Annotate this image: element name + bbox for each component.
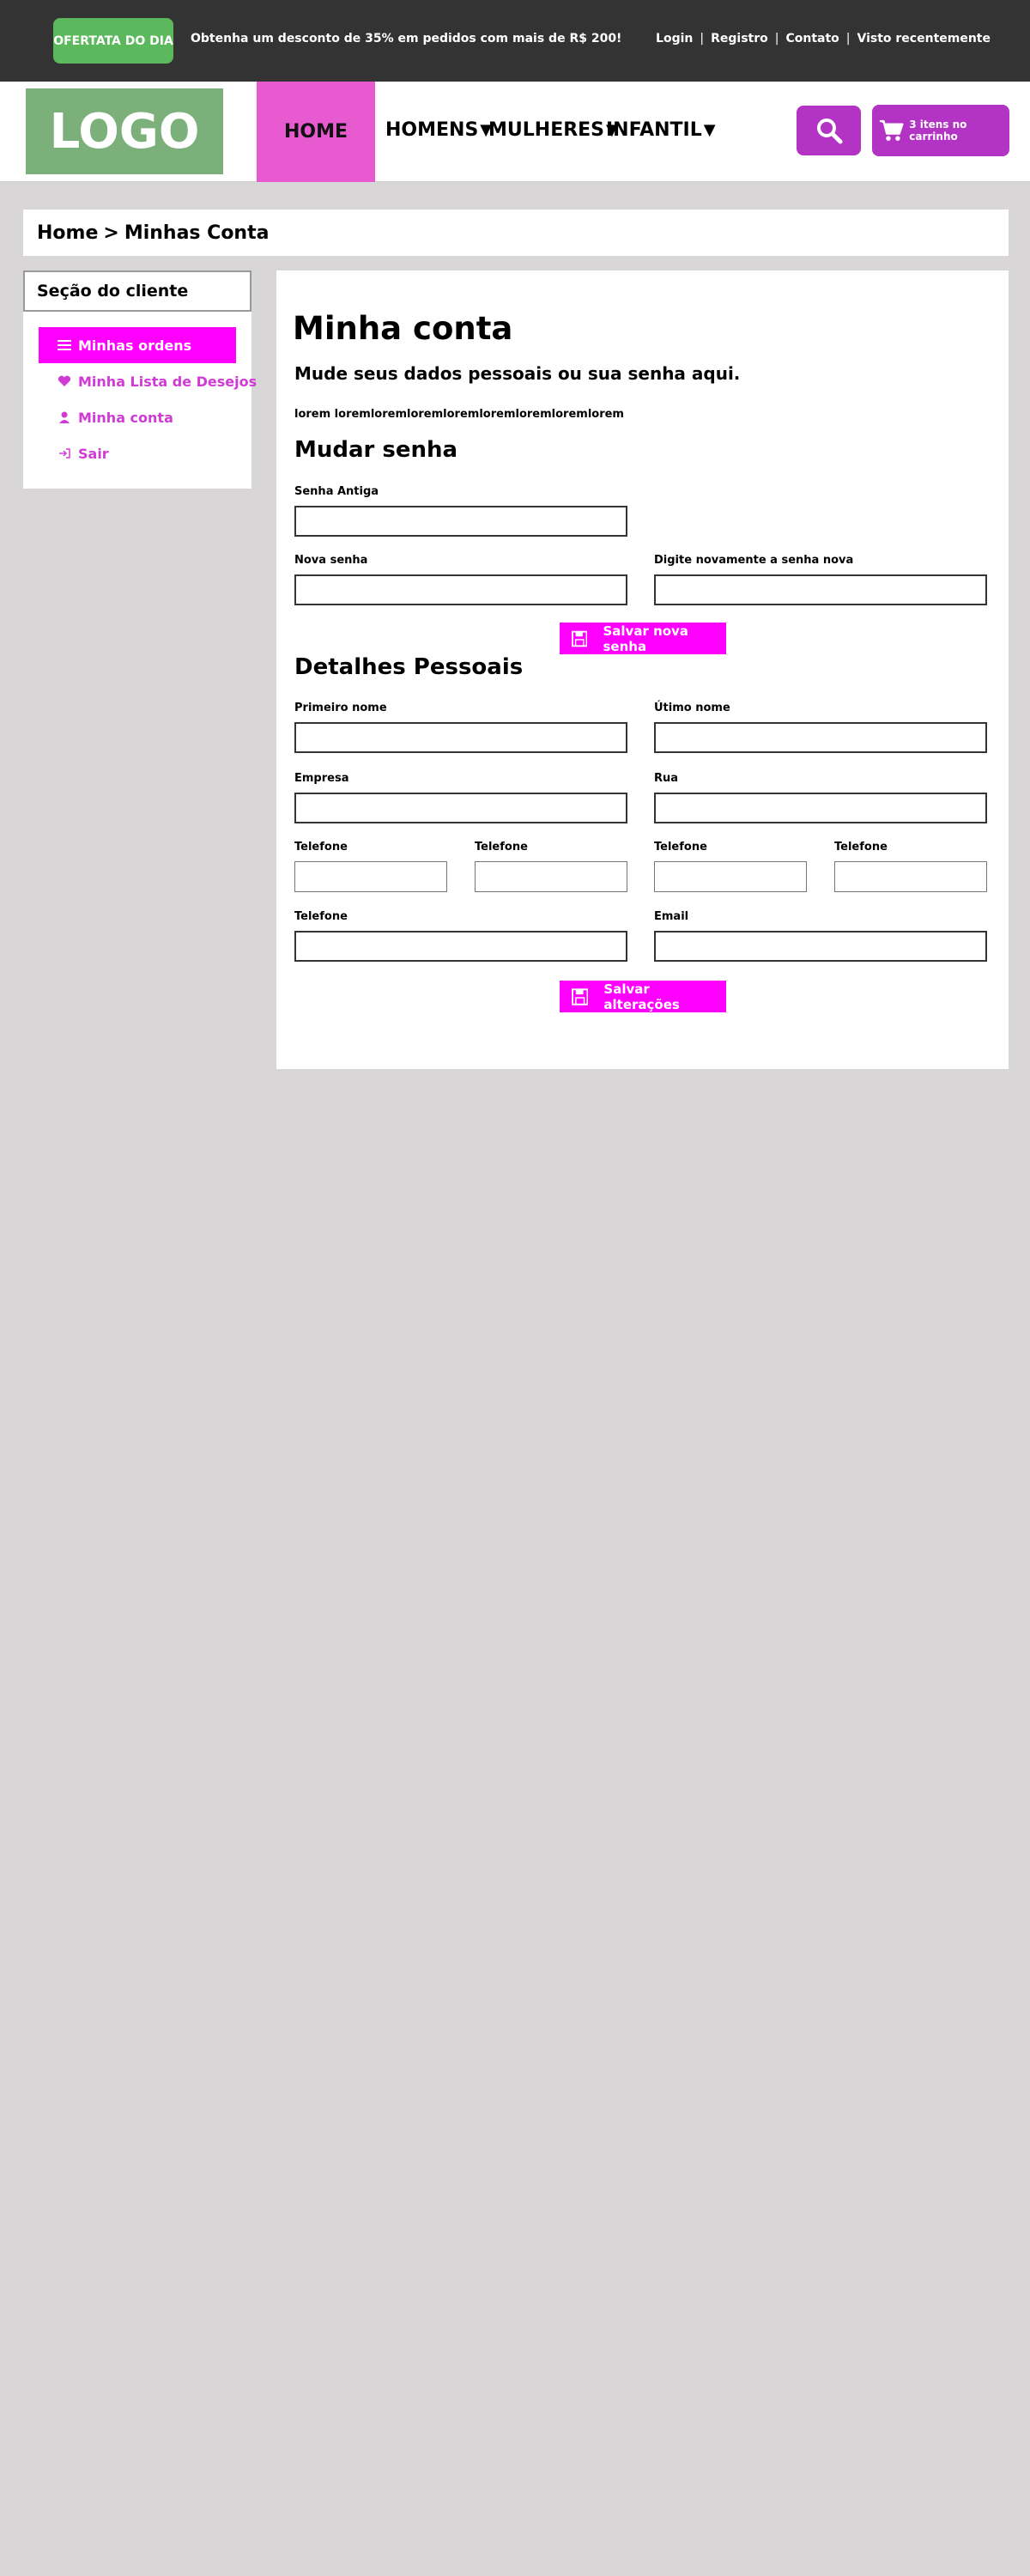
recently-viewed-link[interactable]: Visto recentemente	[857, 32, 991, 46]
sidebar-item-wishlist[interactable]: Minha Lista de Desejos	[39, 363, 258, 399]
phone-label: Telefone	[294, 841, 348, 854]
breadcrumb-home[interactable]: Home	[37, 222, 98, 244]
page-subtitle: Mude seus dados pessoais ou sua senha aq…	[294, 363, 741, 384]
login-link[interactable]: Login	[656, 32, 693, 46]
phone-label: Telefone	[834, 841, 888, 854]
intro-text: lorem loremloremloremloremloremloremlore…	[294, 408, 624, 421]
save-changes-button[interactable]: Salvar alterações	[560, 981, 726, 1012]
account-panel: Minha conta Mude seus dados pessoais ou …	[276, 270, 1009, 1069]
sidebar-title: Seção do cliente	[23, 270, 251, 312]
site-header: LOGO HOME HOMENS ▼ MULHERES ▼ INFANTIL ▼ 3 …	[0, 82, 1030, 182]
old-password-label: Senha Antiga	[294, 485, 379, 498]
nav-kids-label: INFANTIL	[606, 119, 702, 141]
save-password-label: Salvar nova senha	[603, 623, 688, 654]
sidebar-item-label: Minha conta	[78, 409, 173, 426]
change-password-title: Mudar senha	[294, 437, 458, 463]
breadcrumb: Home > Minhas Conta	[23, 210, 1009, 256]
phone-field[interactable]	[834, 861, 987, 892]
cart-button[interactable]: 3 itens no carrinho	[872, 105, 1009, 156]
search-icon	[816, 118, 842, 144]
menu-icon	[58, 340, 71, 350]
page-title: Minha conta	[293, 310, 513, 347]
contact-link[interactable]: Contato	[785, 32, 839, 46]
search-button[interactable]	[797, 106, 861, 155]
heart-icon	[58, 375, 71, 386]
nav-women[interactable]: MULHERES ▼	[488, 119, 618, 141]
sidebar-item-label: Minhas ordens	[78, 337, 192, 354]
last-name-label: Útimo nome	[654, 702, 730, 714]
confirm-password-field[interactable]	[654, 574, 987, 605]
street-label: Rua	[654, 772, 679, 785]
phone-label: Telefone	[654, 841, 707, 854]
deal-of-day-badge[interactable]: OFERTATA DO DIA	[53, 18, 173, 64]
email-field[interactable]	[654, 931, 987, 962]
phone-field[interactable]	[294, 931, 627, 962]
top-links: Login | Registro | Contato | Visto recen…	[656, 32, 991, 46]
sidebar-item-account[interactable]: Minha conta	[39, 399, 258, 435]
breadcrumb-current: Minhas Conta	[124, 222, 270, 244]
link-separator: |	[700, 32, 705, 46]
nav-kids[interactable]: INFANTIL ▼	[606, 119, 716, 141]
sidebar-item-orders[interactable]: Minhas ordens	[39, 327, 236, 363]
first-name-field[interactable]	[294, 722, 627, 753]
nav-men-label: HOMENS	[385, 119, 479, 141]
phone-field[interactable]	[654, 861, 807, 892]
save-changes-label: Salvar alterações	[603, 981, 680, 1012]
link-separator: |	[774, 32, 779, 46]
email-label: Email	[654, 910, 689, 923]
link-separator: |	[845, 32, 851, 46]
sidebar-item-label: Sair	[78, 445, 109, 462]
cart-icon	[879, 119, 904, 141]
phone-label: Telefone	[294, 910, 348, 923]
street-field[interactable]	[654, 793, 987, 823]
phone-label: Telefone	[475, 841, 528, 854]
sidebar-item-label: Minha Lista de Desejos	[78, 373, 258, 390]
logo[interactable]: LOGO	[26, 88, 223, 174]
last-name-field[interactable]	[654, 722, 987, 753]
new-password-field[interactable]	[294, 574, 627, 605]
dropdown-arrow-icon: ▼	[703, 121, 716, 139]
save-password-button[interactable]: Salvar nova senha	[560, 623, 726, 654]
phone-field[interactable]	[294, 861, 447, 892]
personal-details-title: Detalhes Pessoais	[294, 654, 524, 680]
floppy-disk-icon	[572, 987, 589, 1005]
first-name-label: Primeiro nome	[294, 702, 387, 714]
nav-women-label: MULHERES	[488, 119, 605, 141]
new-password-label: Nova senha	[294, 554, 368, 567]
floppy-disk-icon	[572, 630, 588, 647]
nav-home[interactable]: HOME	[257, 82, 375, 182]
logout-icon	[59, 448, 70, 459]
phone-field[interactable]	[475, 861, 627, 892]
customer-sidebar: Seção do cliente Minhas ordens Minha Lis…	[23, 270, 257, 489]
old-password-field[interactable]	[294, 506, 627, 537]
breadcrumb-separator: >	[103, 222, 119, 244]
register-link[interactable]: Registro	[711, 32, 768, 46]
nav-men[interactable]: HOMENS ▼	[385, 119, 492, 141]
top-bar: OFERTATA DO DIA Obtenha um desconto de 3…	[0, 0, 1030, 82]
cart-label: 3 itens no carrinho	[909, 118, 967, 143]
sidebar-item-logout[interactable]: Sair	[39, 435, 258, 471]
user-icon	[59, 411, 70, 423]
company-label: Empresa	[294, 772, 349, 785]
promo-text: Obtenha um desconto de 35% em pedidos co…	[191, 32, 622, 46]
confirm-password-label: Digite novamente a senha nova	[654, 554, 854, 567]
company-field[interactable]	[294, 793, 627, 823]
